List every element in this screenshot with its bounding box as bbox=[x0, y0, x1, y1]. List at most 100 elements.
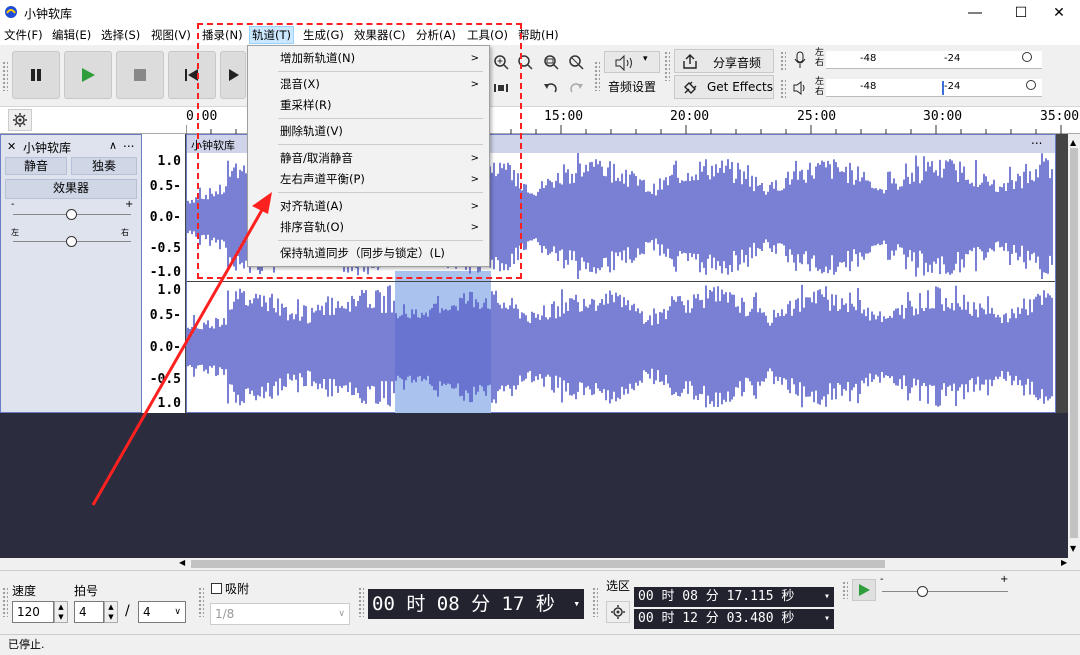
selection-end-time[interactable]: 00 时 12 分 03.480 秒 ▾ bbox=[634, 609, 834, 629]
empty-track-area[interactable] bbox=[0, 413, 1068, 558]
toolbar-grip[interactable] bbox=[592, 587, 598, 617]
share-audio-button[interactable]: 分享音频 bbox=[674, 49, 774, 73]
timeline-ruler[interactable]: 0:00 15:00 20:00 25:00 30:00 35:00 bbox=[0, 107, 1080, 134]
scroll-right-icon[interactable]: ▶ bbox=[1061, 558, 1067, 567]
time-signature-label: 拍号 bbox=[74, 584, 99, 598]
chevron-down-icon[interactable]: ▾ bbox=[573, 589, 580, 619]
chevron-down-icon: ∨ bbox=[174, 607, 181, 617]
mute-button[interactable]: 静音 bbox=[5, 157, 67, 175]
audio-setup-button[interactable]: ▾ bbox=[604, 51, 660, 73]
track-edge bbox=[1056, 134, 1068, 413]
solo-button[interactable]: 独奏 bbox=[71, 157, 137, 175]
beats-per-measure-input[interactable]: 4 bbox=[74, 601, 104, 623]
snap-checkbox[interactable] bbox=[211, 583, 222, 594]
tempo-stepper[interactable]: ▲ ▼ bbox=[54, 601, 68, 623]
toolbar-grip[interactable] bbox=[780, 79, 786, 99]
toolbar-grip[interactable] bbox=[664, 51, 670, 81]
status-bar: 已停止. bbox=[0, 634, 1080, 655]
chevron-down-icon[interactable]: ▾ bbox=[824, 609, 830, 629]
horizontal-scroll-thumb[interactable] bbox=[191, 560, 885, 568]
play-button[interactable] bbox=[64, 51, 112, 99]
meter-slider-knob[interactable] bbox=[1022, 52, 1032, 62]
rec-meter-tick: -24 bbox=[944, 53, 961, 64]
playback-meter[interactable]: -48 -24 bbox=[826, 79, 1042, 97]
toolbar: ▾ 音频设置 分享音频 Get Effects 左 右 -48 -24 左 右 … bbox=[0, 45, 1080, 107]
ruler-label: 30:00 bbox=[923, 109, 963, 124]
chevron-down-icon[interactable]: ▾ bbox=[824, 587, 830, 607]
toolbar-grip[interactable] bbox=[358, 587, 364, 617]
gain-slider-knob[interactable] bbox=[66, 209, 77, 220]
play-icon bbox=[82, 68, 95, 82]
vertical-scroll-thumb[interactable] bbox=[1070, 148, 1078, 538]
play-meter-left-label: 左 bbox=[815, 77, 825, 87]
time-display[interactable]: 00 时 08 分 17 秒 ▾ bbox=[368, 589, 584, 619]
close-button[interactable]: ✕ bbox=[1036, 0, 1080, 25]
amplitude-scale[interactable]: 1.0 0.5- 0.0- -0.5 -1.0 1.0 0.5- 0.0- -0… bbox=[142, 134, 186, 413]
play-at-speed-button[interactable] bbox=[852, 579, 876, 601]
scroll-down-icon[interactable]: ▼ bbox=[1070, 544, 1076, 553]
clip-menu-icon[interactable]: ... bbox=[1031, 133, 1042, 147]
pause-icon bbox=[31, 69, 41, 81]
close-track-icon[interactable]: ✕ bbox=[7, 140, 16, 153]
play-speed-slider-knob[interactable] bbox=[917, 586, 928, 597]
pause-button[interactable] bbox=[12, 51, 60, 99]
meter-slider-knob[interactable] bbox=[1026, 80, 1036, 90]
get-effects-label: Get Effects bbox=[707, 80, 773, 94]
pan-slider-knob[interactable] bbox=[66, 236, 77, 247]
menu-help[interactable]: 帮助(H) bbox=[516, 27, 561, 43]
selection-toolbar: 速度 120 ▲ ▼ 拍号 4 ▲ ▼ / 4 ∨ 吸附 1/8 ∨ 00 时 08 分… bbox=[0, 570, 1080, 632]
redo-button[interactable] bbox=[565, 77, 587, 99]
tempo-input[interactable]: 120 bbox=[12, 601, 54, 623]
ruler-label: 15:00 bbox=[544, 109, 584, 124]
rec-meter-tick: -48 bbox=[860, 53, 877, 64]
toolbar-grip[interactable] bbox=[2, 587, 8, 617]
track-menu-icon[interactable]: ... bbox=[123, 136, 134, 150]
toolbar-grip[interactable] bbox=[842, 581, 848, 599]
recording-meter[interactable]: -48 -24 bbox=[826, 51, 1042, 69]
horizontal-scrollbar[interactable]: ◀ ▶ bbox=[175, 558, 1080, 570]
menu-view[interactable]: 视图(V) bbox=[149, 27, 193, 43]
annotation-highlight-box bbox=[197, 23, 522, 279]
minimize-button[interactable]: ― bbox=[952, 0, 998, 25]
speaker-icon[interactable] bbox=[793, 81, 809, 95]
collapse-track-icon[interactable]: ∧ bbox=[109, 139, 117, 152]
plug-icon bbox=[684, 81, 697, 94]
microphone-icon[interactable] bbox=[793, 51, 807, 69]
play-icon bbox=[859, 584, 870, 596]
toolbar-grip[interactable] bbox=[594, 61, 600, 91]
menu-select[interactable]: 选择(S) bbox=[99, 27, 142, 43]
selection-settings-button[interactable] bbox=[606, 601, 630, 623]
beat-unit-select[interactable]: 4 ∨ bbox=[138, 601, 186, 623]
zoom-fit-button[interactable] bbox=[540, 51, 562, 73]
get-effects-button[interactable]: Get Effects bbox=[674, 75, 774, 99]
undo-button[interactable] bbox=[540, 77, 562, 99]
vertical-scrollbar[interactable]: ▲ ▼ bbox=[1068, 134, 1080, 558]
app-logo-icon bbox=[5, 6, 17, 18]
track-control-panel: ✕ 小钟软库 ∧ ... 静音 独奏 效果器 - + 左 右 bbox=[0, 134, 142, 413]
stop-button[interactable] bbox=[116, 51, 164, 99]
track-name[interactable]: 小钟软库 bbox=[23, 139, 71, 156]
toolbar-grip[interactable] bbox=[2, 61, 8, 91]
scroll-left-icon[interactable]: ◀ bbox=[179, 558, 185, 567]
share-audio-label: 分享音频 bbox=[713, 56, 762, 70]
gain-plus-label: + bbox=[125, 199, 134, 210]
toolbar-grip[interactable] bbox=[780, 51, 786, 71]
gain-minus-label: - bbox=[11, 199, 15, 210]
scale-label: -0.5 bbox=[149, 372, 181, 387]
play-speed-slider-track[interactable] bbox=[882, 591, 1008, 592]
scale-label: 0.5- bbox=[149, 308, 181, 323]
effects-button[interactable]: 效果器 bbox=[5, 179, 137, 199]
stop-icon bbox=[134, 69, 146, 81]
timeline-settings-button[interactable] bbox=[8, 109, 32, 131]
selection-end-value: 00 时 12 分 03.480 秒 bbox=[638, 611, 795, 626]
selection-start-time[interactable]: 00 时 08 分 17.115 秒 ▾ bbox=[634, 587, 834, 607]
gear-icon bbox=[13, 113, 27, 127]
menu-file[interactable]: 文件(F) bbox=[2, 27, 45, 43]
zoom-toggle-button[interactable] bbox=[565, 51, 587, 73]
toolbar-grip[interactable] bbox=[198, 587, 204, 617]
beats-stepper[interactable]: ▲ ▼ bbox=[104, 601, 118, 623]
snap-select[interactable]: 1/8 ∨ bbox=[210, 603, 350, 625]
scroll-up-icon[interactable]: ▲ bbox=[1070, 138, 1076, 147]
menu-edit[interactable]: 编辑(E) bbox=[50, 27, 93, 43]
window-title: 小钟软库 bbox=[24, 7, 73, 21]
